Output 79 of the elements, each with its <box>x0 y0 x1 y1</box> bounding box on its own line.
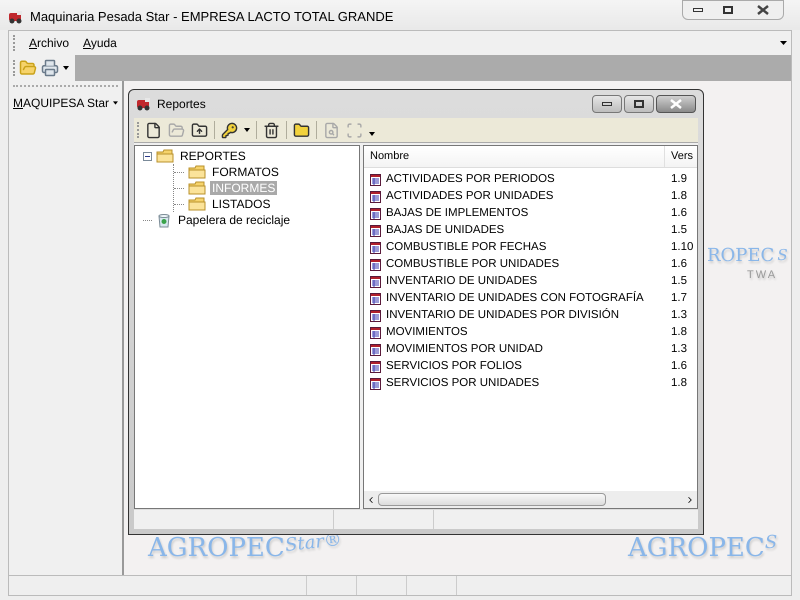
report-name[interactable]: SERVICIOS POR UNIDADES <box>386 374 540 392</box>
background-logo: AGROPEC Star® <box>148 535 342 561</box>
folder-icon <box>188 165 206 179</box>
report-icon <box>370 258 381 270</box>
report-name[interactable]: MOVIMIENTOS <box>386 324 468 342</box>
report-icon <box>370 208 381 220</box>
dropdown-caret-icon[interactable] <box>369 132 375 136</box>
report-icon <box>370 242 381 254</box>
app-logo-icon <box>136 97 152 111</box>
menu-item[interactable]: Archivo <box>29 34 70 52</box>
caret-icon <box>113 101 118 105</box>
report-name[interactable]: MOVIMIENTOS POR UNIDAD <box>386 340 543 358</box>
maximize-button[interactable] <box>624 95 654 113</box>
window-title: Maquinaria Pesada Star - EMPRESA LACTO TOTAL GRANDE <box>30 8 394 26</box>
report-name[interactable]: INVENTARIO DE UNIDADES <box>386 272 538 290</box>
report-icon <box>370 360 381 372</box>
report-icon <box>370 190 381 202</box>
new-folder-icon[interactable] <box>293 122 310 138</box>
report-icon <box>370 224 381 236</box>
version-cell-text: 1.6 <box>670 358 687 374</box>
report-icon <box>370 174 381 186</box>
printer-icon[interactable] <box>41 59 59 77</box>
version-cell-text: 1.5 <box>670 274 687 289</box>
file-icon[interactable] <box>145 122 162 138</box>
version-cell-text: 1.6 <box>670 256 687 272</box>
folder-icon <box>188 197 206 211</box>
folder-icon <box>156 149 174 163</box>
version-cell-text: 1.6 <box>670 206 687 221</box>
report-icon <box>370 292 381 304</box>
version-cell-text: 1.5 <box>670 222 687 238</box>
dropdown-caret-icon <box>780 41 787 45</box>
report-name[interactable]: ACTIVIDADES POR UNIDADES <box>386 188 554 206</box>
recycle-bin-icon <box>156 212 172 228</box>
app-logo-icon <box>8 10 24 24</box>
folder-arrow-icon[interactable] <box>191 122 208 138</box>
report-name[interactable]: BAJAS DE UNIDADES <box>386 222 504 240</box>
folder-icon <box>188 181 206 195</box>
column-header[interactable]: Vers <box>665 146 697 167</box>
close-button[interactable] <box>656 95 696 113</box>
version-cell-text: 1.3 <box>670 308 687 323</box>
menu-item[interactable]: Ayuda <box>83 34 117 52</box>
version-cell-text: 1.7 <box>670 290 687 306</box>
report-name[interactable]: COMBUSTIBLE POR UNIDADES <box>386 256 560 274</box>
version-cell-text: 1.9 <box>670 172 687 187</box>
version-cell-text: 1.3 <box>670 342 687 357</box>
background-logo: S <box>777 245 788 266</box>
close-icon <box>757 5 769 15</box>
version-cell-text: 1.8 <box>670 188 687 204</box>
background-logo: ROPEC <box>707 247 774 266</box>
close-icon <box>670 99 682 109</box>
logo-tagline: TWA <box>747 268 778 282</box>
report-icon <box>370 326 381 338</box>
column-header[interactable]: Nombre <box>364 146 665 167</box>
window-title: Reportes <box>157 96 206 113</box>
tree-item[interactable]: Papelera de reciclaje <box>176 213 292 227</box>
report-name[interactable]: INVENTARIO DE UNIDADES CON FOTOGRAFÍA <box>386 290 644 308</box>
company-selector[interactable]: MAQUIPESA Star <box>13 88 118 112</box>
version-cell-text: 1.8 <box>670 376 687 391</box>
tree-item[interactable]: REPORTES <box>178 149 248 163</box>
collapse-toggle[interactable] <box>143 152 152 160</box>
report-name[interactable]: COMBUSTIBLE POR FECHAS <box>386 238 546 256</box>
report-icon <box>370 310 381 322</box>
dropdown-caret-icon[interactable] <box>244 128 250 132</box>
minimize-button[interactable] <box>592 95 622 113</box>
report-name[interactable]: INVENTARIO DE UNIDADES POR DIVISIÓN <box>386 306 620 324</box>
report-name[interactable]: BAJAS DE IMPLEMENTOS <box>386 204 528 222</box>
report-icon <box>370 276 381 288</box>
version-cell-text: 1.10 <box>670 240 694 255</box>
trash-icon[interactable] <box>263 122 280 138</box>
report-icon <box>370 344 381 356</box>
version-cell-text: 1.8 <box>670 324 687 340</box>
report-name[interactable]: ACTIVIDADES POR PERIODOS <box>386 170 555 188</box>
report-name[interactable]: SERVICIOS POR FOLIOS <box>386 358 522 376</box>
horizontal-scrollbar[interactable] <box>364 491 697 508</box>
key-icon[interactable] <box>221 122 238 138</box>
report-icon <box>370 378 381 390</box>
tree-item[interactable]: LISTADOS <box>210 197 272 211</box>
dropdown-caret-icon[interactable] <box>63 66 69 70</box>
tree-item[interactable]: FORMATOS <box>210 165 281 179</box>
